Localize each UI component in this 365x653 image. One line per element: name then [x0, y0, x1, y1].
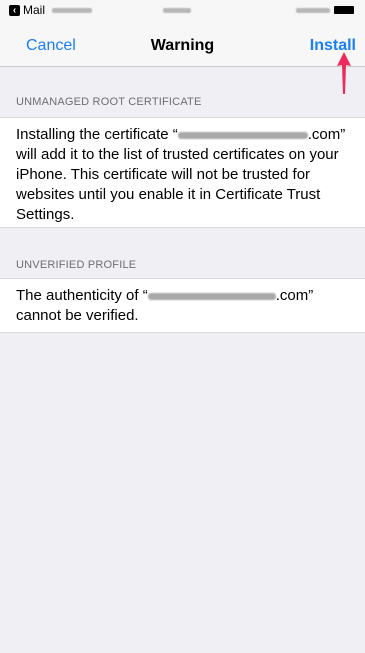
annotation-arrow-icon: [337, 52, 351, 94]
back-app-label: Mail: [23, 3, 46, 17]
status-bar: ‹ Mail: [0, 0, 365, 20]
navigation-bar: Cancel Warning Install: [0, 20, 365, 67]
root-certificate-text: Installing the certificate “.com” will a…: [16, 126, 346, 223]
redacted-carrier: [52, 8, 92, 13]
unverified-profile-message: The authenticity of “.com” cannot be ver…: [0, 278, 365, 333]
battery-icon: [334, 6, 354, 14]
battery-indicator: [296, 6, 354, 14]
screen: ‹ Mail Cancel Warning Install UNMANAGED …: [0, 0, 365, 653]
redacted-domain: [147, 292, 276, 300]
unverified-profile-text: The authenticity of “.com” cannot be ver…: [16, 287, 314, 324]
redacted-domain: [177, 131, 308, 139]
back-chevron-icon: ‹: [9, 4, 20, 16]
back-to-app-button[interactable]: ‹ Mail: [9, 3, 45, 17]
redacted-status-icons: [296, 7, 330, 13]
redacted-time: [163, 8, 191, 13]
root-certificate-message: Installing the certificate “.com” will a…: [0, 117, 365, 228]
